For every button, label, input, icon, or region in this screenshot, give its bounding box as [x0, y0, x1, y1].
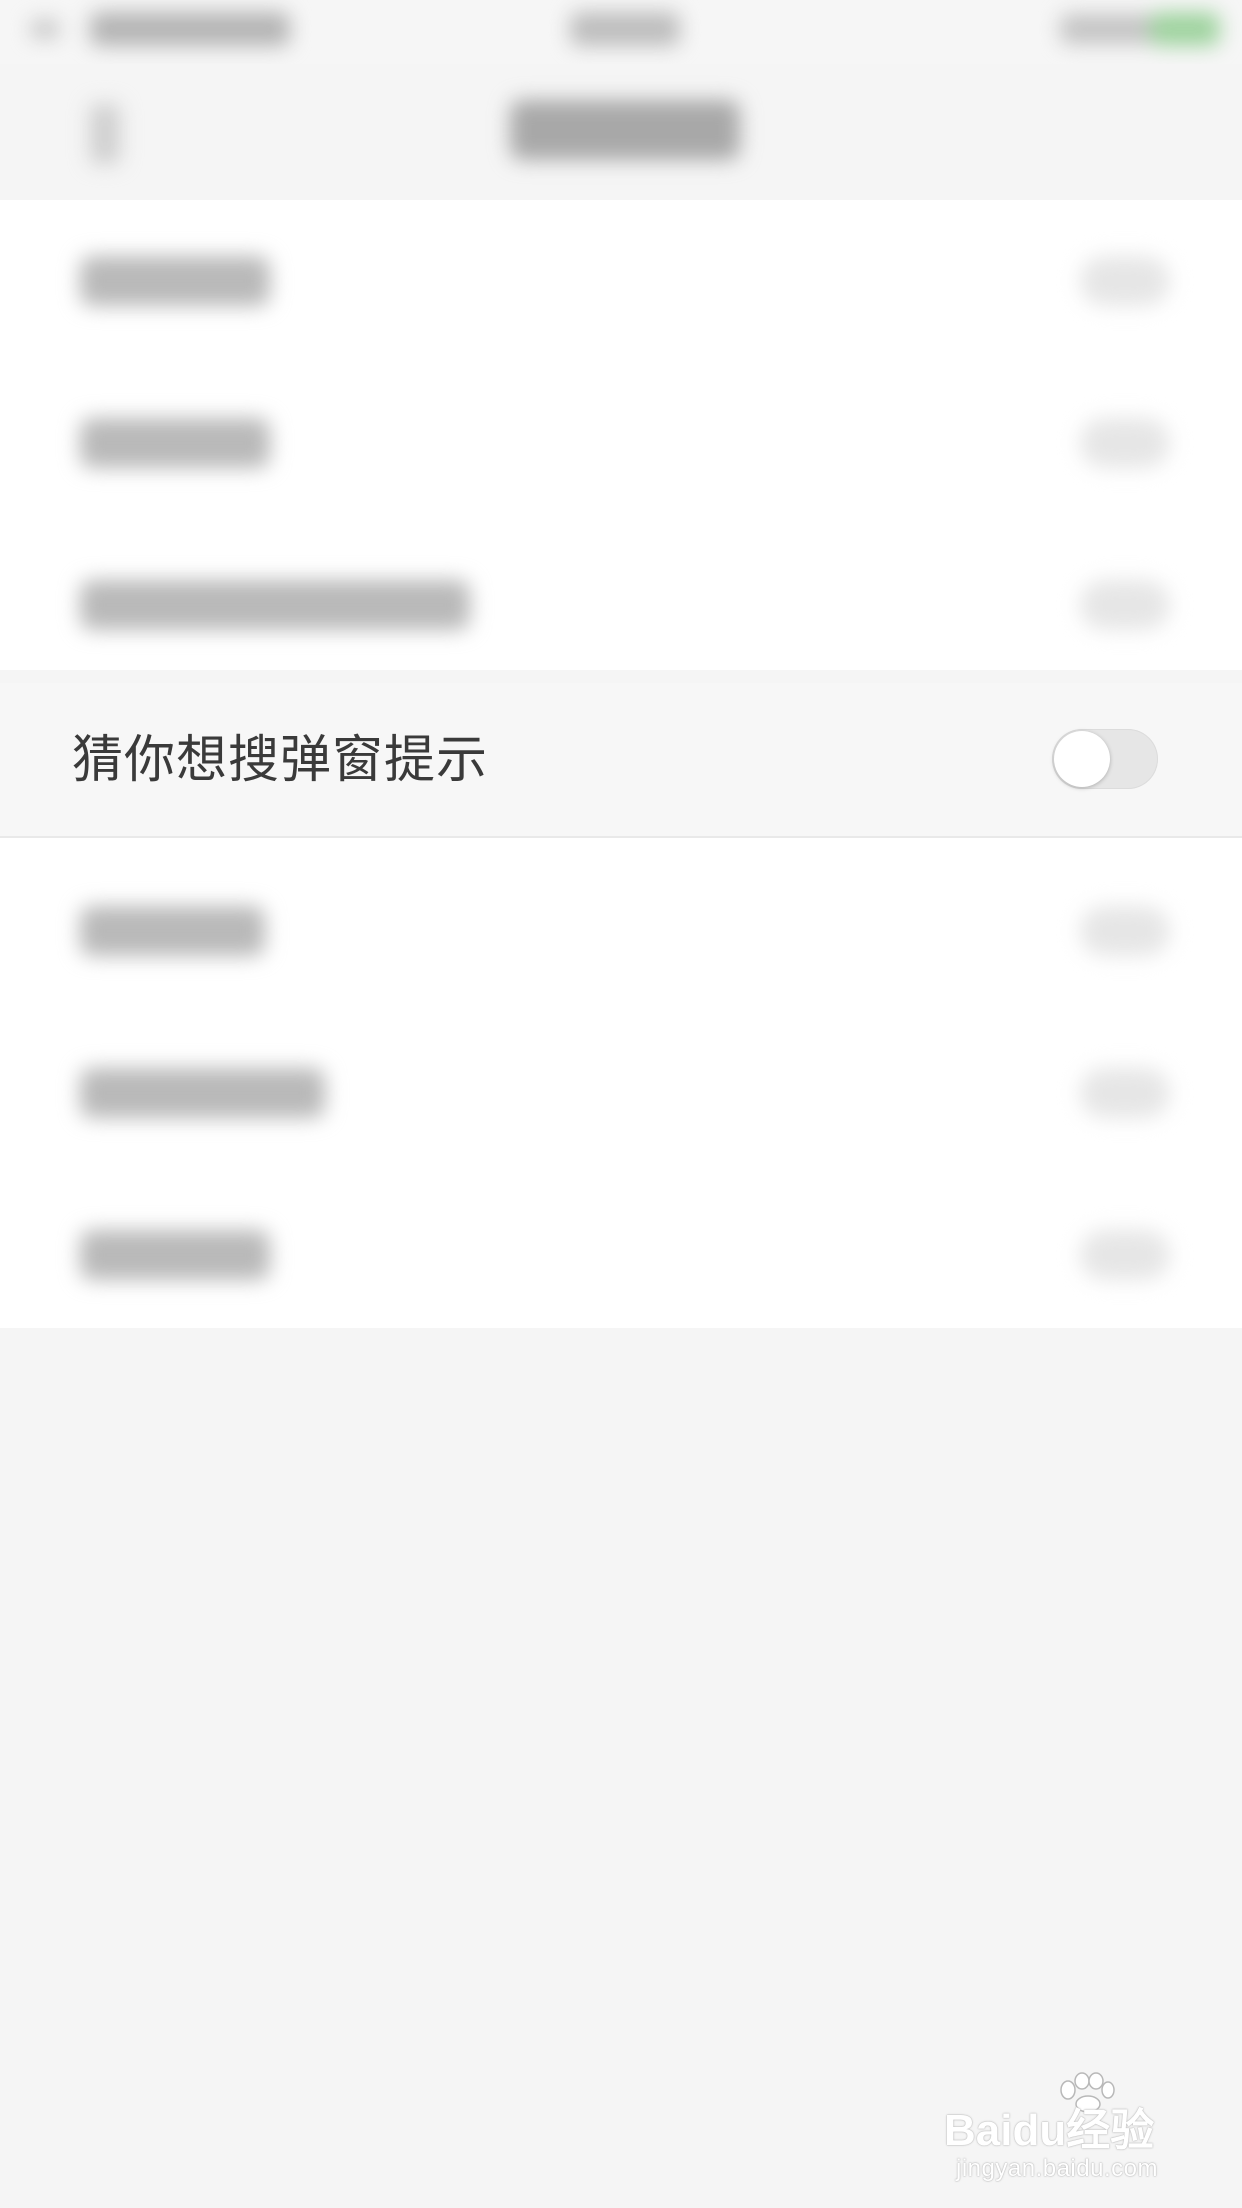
page-title: [510, 100, 740, 160]
toggle-switch[interactable]: [1080, 256, 1170, 306]
watermark-url: jingyan.baidu.com: [956, 2155, 1158, 2182]
status-bar: [0, 0, 1242, 64]
baidu-jingyan-watermark: Baidu经验 jingyan.baidu.com: [940, 2072, 1200, 2182]
settings-list-top: [0, 200, 1242, 670]
toggle-switch[interactable]: [1080, 1068, 1170, 1118]
list-item[interactable]: [80, 418, 270, 468]
toggle-switch[interactable]: [1080, 1230, 1170, 1280]
settings-list-bottom: [0, 838, 1242, 1328]
setting-row-guess-search-popup[interactable]: 猜你想搜弹窗提示: [0, 683, 1242, 838]
list-item[interactable]: [80, 256, 270, 306]
guess-search-popup-toggle[interactable]: [1052, 729, 1158, 789]
battery-percent: [1060, 14, 1160, 44]
watermark-logo-text: Baidu经验: [944, 2106, 1155, 2155]
navigation-bar: [0, 64, 1242, 194]
setting-label: 猜你想搜弹窗提示: [72, 731, 489, 790]
status-time: [570, 12, 680, 46]
battery-icon: [1150, 12, 1220, 46]
back-arrow-icon[interactable]: [90, 104, 120, 164]
toggle-knob: [1054, 731, 1110, 787]
list-item[interactable]: [80, 1068, 325, 1118]
toggle-switch[interactable]: [1080, 906, 1170, 956]
list-item[interactable]: [80, 1230, 270, 1280]
list-item[interactable]: [80, 580, 470, 630]
toggle-switch[interactable]: [1080, 418, 1170, 468]
carrier-name: [90, 12, 290, 46]
toggle-switch[interactable]: [1080, 580, 1170, 630]
signal-icon: [30, 20, 60, 38]
list-item[interactable]: [80, 906, 265, 956]
